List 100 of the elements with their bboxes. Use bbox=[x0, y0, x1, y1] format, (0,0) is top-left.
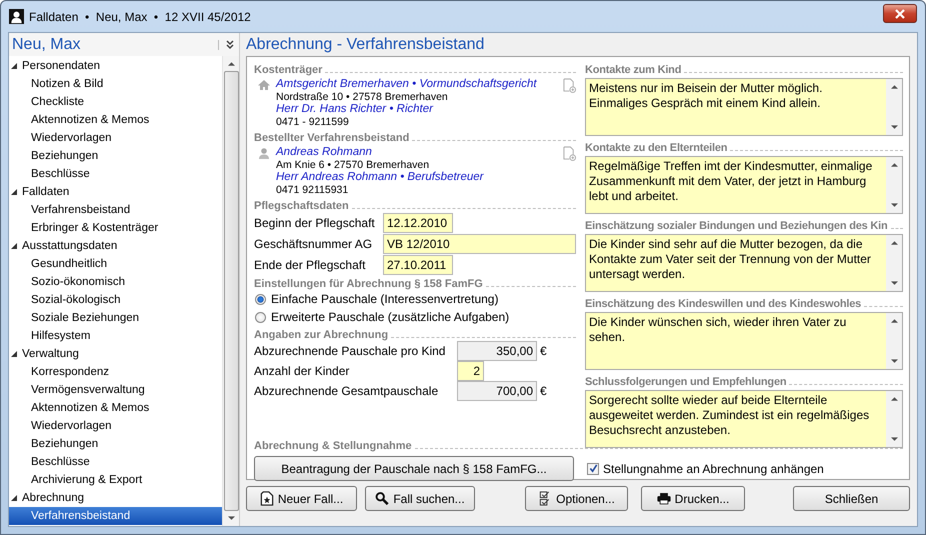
tree-item[interactable]: Verfahrensbeistand bbox=[9, 507, 222, 525]
person-icon bbox=[258, 147, 270, 159]
scroll-up-icon[interactable] bbox=[890, 396, 898, 401]
text-field[interactable]: VB 12/2010 bbox=[383, 234, 576, 254]
contact-link[interactable]: Herr Andreas Rohmann • Berufsbetreuer bbox=[276, 171, 557, 184]
scroll-up-icon[interactable] bbox=[890, 84, 898, 89]
tree-item[interactable]: Soziale Beziehungen bbox=[9, 309, 222, 327]
expand-triangle-icon[interactable] bbox=[11, 495, 17, 501]
checkbox-label[interactable]: Stellungnahme an Abrechnung anhängen bbox=[603, 462, 824, 476]
tree-item[interactable]: Sozio-ökonomisch bbox=[9, 273, 222, 291]
radio-label[interactable]: Erweiterte Pauschale (zusätzliche Aufgaben) bbox=[271, 310, 510, 324]
text-field[interactable]: 12.12.2010 bbox=[383, 213, 453, 233]
expand-triangle-icon[interactable] bbox=[11, 351, 17, 357]
house-icon bbox=[258, 79, 270, 91]
page-title: Abrechnung - Verfahrensbeistand bbox=[246, 35, 486, 55]
new-document-icon bbox=[260, 491, 274, 506]
tree-item[interactable]: Gesundheitlich bbox=[9, 255, 222, 273]
expand-triangle-icon[interactable] bbox=[11, 63, 17, 69]
tree-item[interactable]: Beziehungen bbox=[9, 435, 222, 453]
expand-triangle-icon[interactable] bbox=[11, 189, 17, 195]
radio-button[interactable] bbox=[255, 312, 266, 322]
scroll-up-icon[interactable] bbox=[890, 318, 898, 323]
text-area[interactable]: Regelmäßige Treffen imt der Kindesmutter, einmalige Zusammenkunft mit dem Vater, der jetzt in Hamburg lebt und arbeitet. bbox=[585, 156, 903, 214]
window-title: Falldaten • Neu, Max • 12 XVII 45/2012 bbox=[29, 10, 251, 24]
tree-item[interactable]: Checkliste bbox=[9, 93, 222, 111]
section-heading: Bestellter Verfahrensbeistand bbox=[254, 132, 410, 144]
tree-item[interactable]: Aktennotizen & Memos bbox=[9, 399, 222, 417]
scroll-down-icon[interactable] bbox=[890, 437, 898, 442]
contact-text: Nordstraße 10 • 27578 Bremerhaven bbox=[276, 90, 449, 103]
section-heading: Schlussfolgerungen und Empfehlungen bbox=[585, 376, 786, 388]
tree-group[interactable]: Ausstattungsdaten bbox=[22, 240, 118, 252]
tree-item[interactable]: Notizen & Bild bbox=[9, 75, 222, 93]
apply-button[interactable]: Beantragung der Pauschale nach § 158 FamFG... bbox=[254, 456, 574, 481]
printer-icon bbox=[656, 491, 671, 506]
tree-item[interactable]: Wiedervorlagen bbox=[9, 417, 222, 435]
contact-text: Am Knie 6 • 27570 Bremerhaven bbox=[276, 158, 430, 171]
section-heading: Angaben zur Abrechnung bbox=[254, 329, 388, 341]
tree-item[interactable]: Sozial-ökologisch bbox=[9, 291, 222, 309]
radio-button[interactable] bbox=[255, 294, 266, 304]
scroll-up-icon[interactable] bbox=[228, 61, 234, 66]
toolbar-button[interactable]: Fall suchen... bbox=[365, 486, 475, 511]
search-icon bbox=[375, 491, 390, 506]
section-heading: Kontakte zu den Elternteilen bbox=[585, 142, 728, 154]
toolbar-button[interactable]: Drucken... bbox=[641, 486, 745, 511]
section-heading: Abrechnung & Stellungnahme bbox=[254, 440, 412, 452]
tree-item[interactable]: Archivierung & Export bbox=[9, 471, 222, 489]
tree-item[interactable]: Verfahrensbeistand bbox=[9, 201, 222, 219]
contact-link[interactable]: Amtsgericht Bremerhaven • Vormundschaftsgericht bbox=[276, 78, 557, 90]
double-chevron-icon[interactable] bbox=[218, 40, 235, 50]
tree-group[interactable]: Personendaten bbox=[22, 60, 100, 72]
amount-field[interactable]: 350,00 bbox=[457, 341, 537, 361]
currency-sign: € bbox=[540, 384, 547, 398]
section-heading: Einschätzung des Kindeswillen und des Kindeswohles bbox=[585, 298, 862, 310]
checkbox[interactable] bbox=[587, 462, 599, 474]
radio-label[interactable]: Einfache Pauschale (Interessenvertretung) bbox=[271, 292, 498, 306]
toolbar-button[interactable]: Schließen bbox=[793, 486, 910, 511]
scroll-down-icon[interactable] bbox=[228, 516, 234, 521]
tree-item[interactable]: Hilfesystem bbox=[9, 327, 222, 345]
text-area[interactable]: Meistens nur im Beisein der Mutter möglich. Einmaliges Gespräch mit einem Kind allein. bbox=[585, 78, 903, 136]
scroll-down-icon[interactable] bbox=[890, 125, 898, 130]
text-area[interactable]: Sorgerecht sollte wieder auf beide Elternteile ausgeweitet werden. Zumindest ist ein regelmäßiges Besuchsrecht anzusteben. bbox=[585, 390, 903, 448]
tree-item[interactable]: Korrespondenz bbox=[9, 363, 222, 381]
section-heading: Einstellungen für Abrechnung § 158 FamFG bbox=[254, 278, 483, 290]
tree-group[interactable]: Abrechnung bbox=[22, 492, 84, 504]
toolbar-button[interactable]: Optionen... bbox=[525, 486, 628, 511]
field-label: Ende der Pflegschaft bbox=[254, 258, 366, 272]
tree-item[interactable]: Erbringer & Kostenträger bbox=[9, 219, 222, 237]
contact-link[interactable]: Herr Dr. Hans Richter • Richter bbox=[276, 103, 557, 116]
amount-field[interactable]: 700,00 bbox=[457, 381, 537, 401]
field-label: Beginn der Pflegschaft bbox=[254, 216, 376, 230]
user-icon bbox=[9, 9, 24, 24]
field-label: Geschäftsnummer AG bbox=[254, 237, 374, 251]
scroll-up-icon[interactable] bbox=[890, 240, 898, 245]
toolbar-button[interactable]: Neuer Fall... bbox=[246, 486, 357, 511]
patient-name: Neu, Max bbox=[12, 36, 80, 54]
tree-group[interactable]: Falldaten bbox=[22, 186, 70, 198]
tree-item[interactable]: Beziehungen bbox=[9, 147, 222, 165]
tree-item[interactable]: Beschlüsse bbox=[9, 453, 222, 471]
contact-text: 0471 - 9211599 bbox=[276, 116, 350, 128]
scroll-up-icon[interactable] bbox=[890, 162, 898, 167]
contact-link[interactable]: Andreas Rohmann bbox=[276, 146, 557, 158]
scroll-down-icon[interactable] bbox=[890, 281, 898, 286]
expand-triangle-icon[interactable] bbox=[11, 243, 17, 249]
close-button[interactable] bbox=[883, 4, 917, 23]
scroll-down-icon[interactable] bbox=[890, 359, 898, 364]
section-heading: Kontakte zum Kind bbox=[585, 64, 682, 76]
text-area[interactable]: Die Kinder sind sehr auf die Mutter bezogen, da die Kontakte zum Vater seit der Trennung von der Mutter untersagt werden. bbox=[585, 234, 903, 292]
scrollbar[interactable] bbox=[222, 56, 239, 526]
text-field[interactable]: 27.10.2011 bbox=[383, 255, 453, 275]
tree-item[interactable]: Wiedervorlagen bbox=[9, 129, 222, 147]
number-field[interactable]: 2 bbox=[457, 361, 484, 381]
section-heading: Einschätzung sozialer Bindungen und Beziehungen des Kin bbox=[585, 220, 888, 232]
section-heading: Pflegschaftsdaten bbox=[254, 200, 349, 212]
tree-item[interactable]: Beschlüsse bbox=[9, 165, 222, 183]
scroll-down-icon[interactable] bbox=[890, 203, 898, 208]
tree-item[interactable]: Aktennotizen & Memos bbox=[9, 111, 222, 129]
text-area[interactable]: Die Kinder wünschen sich, wieder ihren Vater zu sehen. bbox=[585, 312, 903, 370]
tree-item[interactable]: Vermögensverwaltung bbox=[9, 381, 222, 399]
field-label: Anzahl der Kinder bbox=[254, 364, 350, 378]
tree-group[interactable]: Verwaltung bbox=[22, 348, 79, 360]
